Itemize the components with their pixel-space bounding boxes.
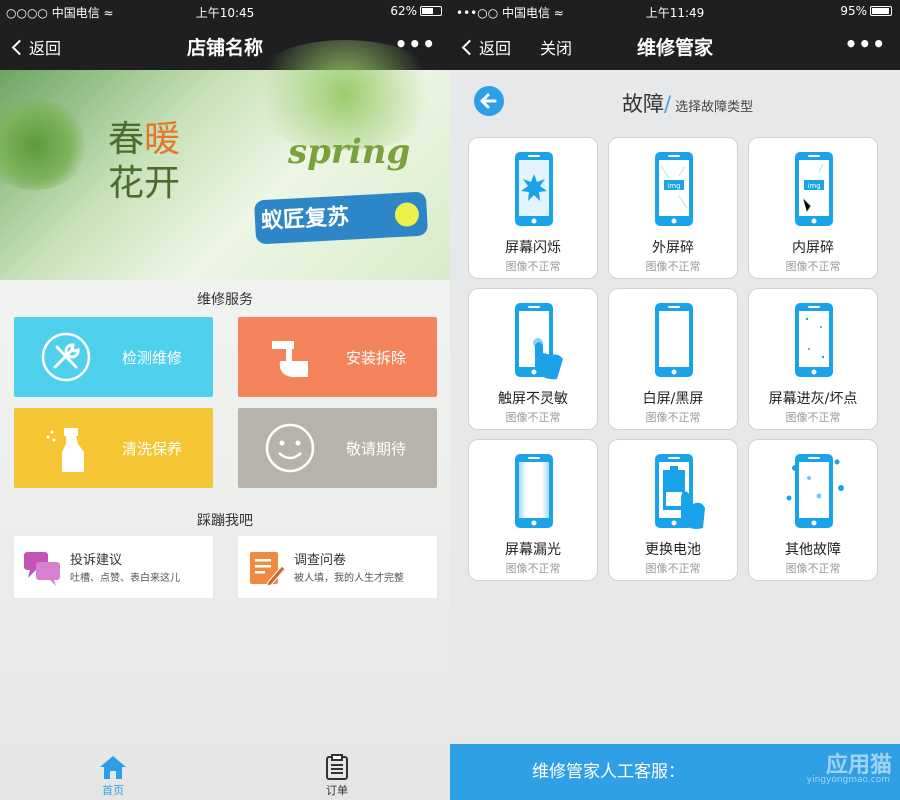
sun-splash-icon bbox=[394, 201, 420, 228]
arrow-left-icon bbox=[480, 93, 497, 109]
fault-name: 外屏碎 bbox=[652, 240, 694, 256]
battery-replace-icon bbox=[609, 448, 737, 538]
home-icon bbox=[100, 756, 126, 779]
battery-percent: 62% bbox=[390, 4, 417, 18]
tile-label: 检测维修 bbox=[122, 349, 183, 367]
circle-back-button[interactable] bbox=[474, 86, 504, 116]
fault-desc: 图像不正常 bbox=[785, 562, 841, 575]
card-title: 投诉建议 bbox=[70, 553, 123, 568]
page-title: 维修管家 bbox=[636, 37, 713, 59]
hammer-icon bbox=[272, 341, 308, 377]
smiley-icon bbox=[265, 423, 315, 473]
fault-name: 其他故障 bbox=[785, 542, 841, 558]
card-title: 调查问卷 bbox=[294, 553, 347, 568]
fault-card[interactable]: 屏幕闪烁 图像不正常 bbox=[468, 137, 598, 279]
fault-name: 更换电池 bbox=[645, 542, 701, 558]
spray-bottle-icon bbox=[46, 428, 84, 472]
screen-flicker-icon bbox=[469, 146, 597, 236]
water-damage-icon bbox=[749, 448, 877, 538]
card-subtitle: 被人填，我的人生才完整 bbox=[294, 573, 404, 584]
repair-manager-screen: •••○○ 中国电信 ≈ 上午11:49 95% 返回 关闭 维修管家 ••• … bbox=[450, 0, 900, 800]
hotline-label: 维修管家人工客服： bbox=[532, 762, 685, 782]
service-tile-clean-maintain[interactable]: 清洗保养 bbox=[14, 408, 213, 488]
battery-icon bbox=[870, 6, 892, 16]
promo-banner[interactable]: 春暖 花开 spring 蚁匠复苏 bbox=[0, 40, 450, 280]
fault-subtitle: 选择故障类型 bbox=[675, 100, 754, 115]
fault-name: 屏幕闪烁 bbox=[505, 240, 561, 256]
service-tile-coming-soon[interactable]: 敬请期待 bbox=[238, 408, 437, 488]
fault-desc: 图像不正常 bbox=[785, 260, 841, 273]
clock: 上午10:45 bbox=[195, 6, 255, 20]
fault-name: 内屏碎 bbox=[792, 240, 834, 256]
fault-desc: 图像不正常 bbox=[505, 562, 561, 575]
fault-card[interactable]: img 内屏碎图像不正常 bbox=[748, 137, 878, 279]
fault-card[interactable]: 触屏不灵敏图像不正常 bbox=[468, 288, 598, 430]
cracked-outer-screen-icon: img bbox=[609, 146, 737, 236]
dust-dead-pixel-icon bbox=[749, 297, 877, 387]
battery-indicator: 62% bbox=[390, 4, 442, 18]
tile-label: 敬请期待 bbox=[346, 440, 407, 458]
card-subtitle: 吐槽、点赞、表白来这儿 bbox=[70, 573, 180, 584]
fault-desc: 图像不正常 bbox=[505, 411, 561, 424]
fault-header: 故障/选择故障类型 bbox=[450, 84, 900, 120]
shop-home-screen: ○○○○ 中国电信 ≈ 上午10:45 62% 返回 店铺名称 ••• 春暖 花开… bbox=[0, 0, 450, 800]
fault-desc: 图像不正常 bbox=[785, 411, 841, 424]
fault-card[interactable]: 其他故障 图像不正常 bbox=[748, 439, 878, 581]
tile-label: 清洗保养 bbox=[122, 440, 183, 458]
banner-headline: 春暖 花开 bbox=[108, 119, 181, 204]
cracked-inner-screen-icon: img bbox=[749, 146, 877, 236]
service-tile-inspect-repair[interactable]: 检测维修 bbox=[14, 317, 213, 397]
tab-label: 订单 bbox=[326, 784, 348, 797]
fault-card[interactable]: 更换电池 图像不正常 bbox=[608, 439, 738, 581]
more-menu-button[interactable]: ••• bbox=[845, 32, 886, 56]
feedback-heading: 踩蹦我吧 bbox=[197, 513, 253, 529]
fault-card[interactable]: 白屏/黑屏图像不正常 bbox=[608, 288, 738, 430]
fault-card[interactable]: img 外屏碎图像不正常 bbox=[608, 137, 738, 279]
fault-name: 触屏不灵敏 bbox=[498, 391, 568, 407]
survey-edit-icon bbox=[250, 552, 286, 587]
svg-text:img: img bbox=[667, 182, 680, 190]
banner-spring-text: spring bbox=[288, 132, 411, 172]
tab-orders[interactable]: 订单 bbox=[307, 754, 367, 798]
banner-tag: 蚁匠复苏 bbox=[253, 191, 429, 245]
clock: 上午11:49 bbox=[645, 6, 705, 20]
blank-screen-icon bbox=[609, 297, 737, 387]
fault-name: 屏幕漏光 bbox=[505, 542, 561, 558]
touch-screen-icon bbox=[469, 297, 597, 387]
fault-title: 故障/选择故障类型 bbox=[622, 92, 754, 116]
svg-text:img: img bbox=[807, 182, 820, 190]
battery-indicator: 95% bbox=[840, 4, 892, 18]
services-heading: 维修服务 bbox=[197, 292, 253, 308]
service-tile-install-remove[interactable]: 安装拆除 bbox=[238, 317, 437, 397]
battery-percent: 95% bbox=[840, 4, 867, 18]
tools-icon bbox=[41, 332, 91, 382]
leaf-decoration bbox=[0, 100, 90, 190]
fault-desc: 图像不正常 bbox=[505, 260, 561, 273]
tab-label: 首页 bbox=[102, 784, 124, 797]
fault-desc: 图像不正常 bbox=[645, 411, 701, 424]
fault-desc: 图像不正常 bbox=[645, 260, 701, 273]
fault-name: 屏幕进灰/坏点 bbox=[768, 391, 858, 407]
status-bar: ○○○○ 中国电信 ≈ 上午10:45 62% bbox=[0, 0, 450, 22]
status-bar: •••○○ 中国电信 ≈ 上午11:49 95% bbox=[450, 0, 900, 22]
tab-home[interactable]: 首页 bbox=[83, 754, 143, 798]
survey-card[interactable]: 调查问卷 被人填，我的人生才完整 bbox=[238, 536, 437, 598]
tab-bar: 首页 订单 bbox=[0, 748, 450, 800]
chat-bubbles-icon bbox=[24, 552, 60, 586]
fault-card[interactable]: 屏幕进灰/坏点 图像不正常 bbox=[748, 288, 878, 430]
tile-label: 安装拆除 bbox=[346, 349, 407, 367]
nav-bar: 返回 关闭 维修管家 ••• bbox=[450, 22, 900, 70]
complaint-suggestion-card[interactable]: 投诉建议 吐槽、点赞、表白来这儿 bbox=[14, 536, 213, 598]
clipboard-icon bbox=[326, 754, 348, 780]
light-leak-icon bbox=[469, 448, 597, 538]
watermark: 应用猫 yingyongmao.com bbox=[806, 753, 892, 785]
battery-icon bbox=[420, 6, 442, 16]
fault-card[interactable]: 屏幕漏光 图像不正常 bbox=[468, 439, 598, 581]
fault-desc: 图像不正常 bbox=[645, 562, 701, 575]
fault-name: 白屏/黑屏 bbox=[642, 391, 704, 407]
